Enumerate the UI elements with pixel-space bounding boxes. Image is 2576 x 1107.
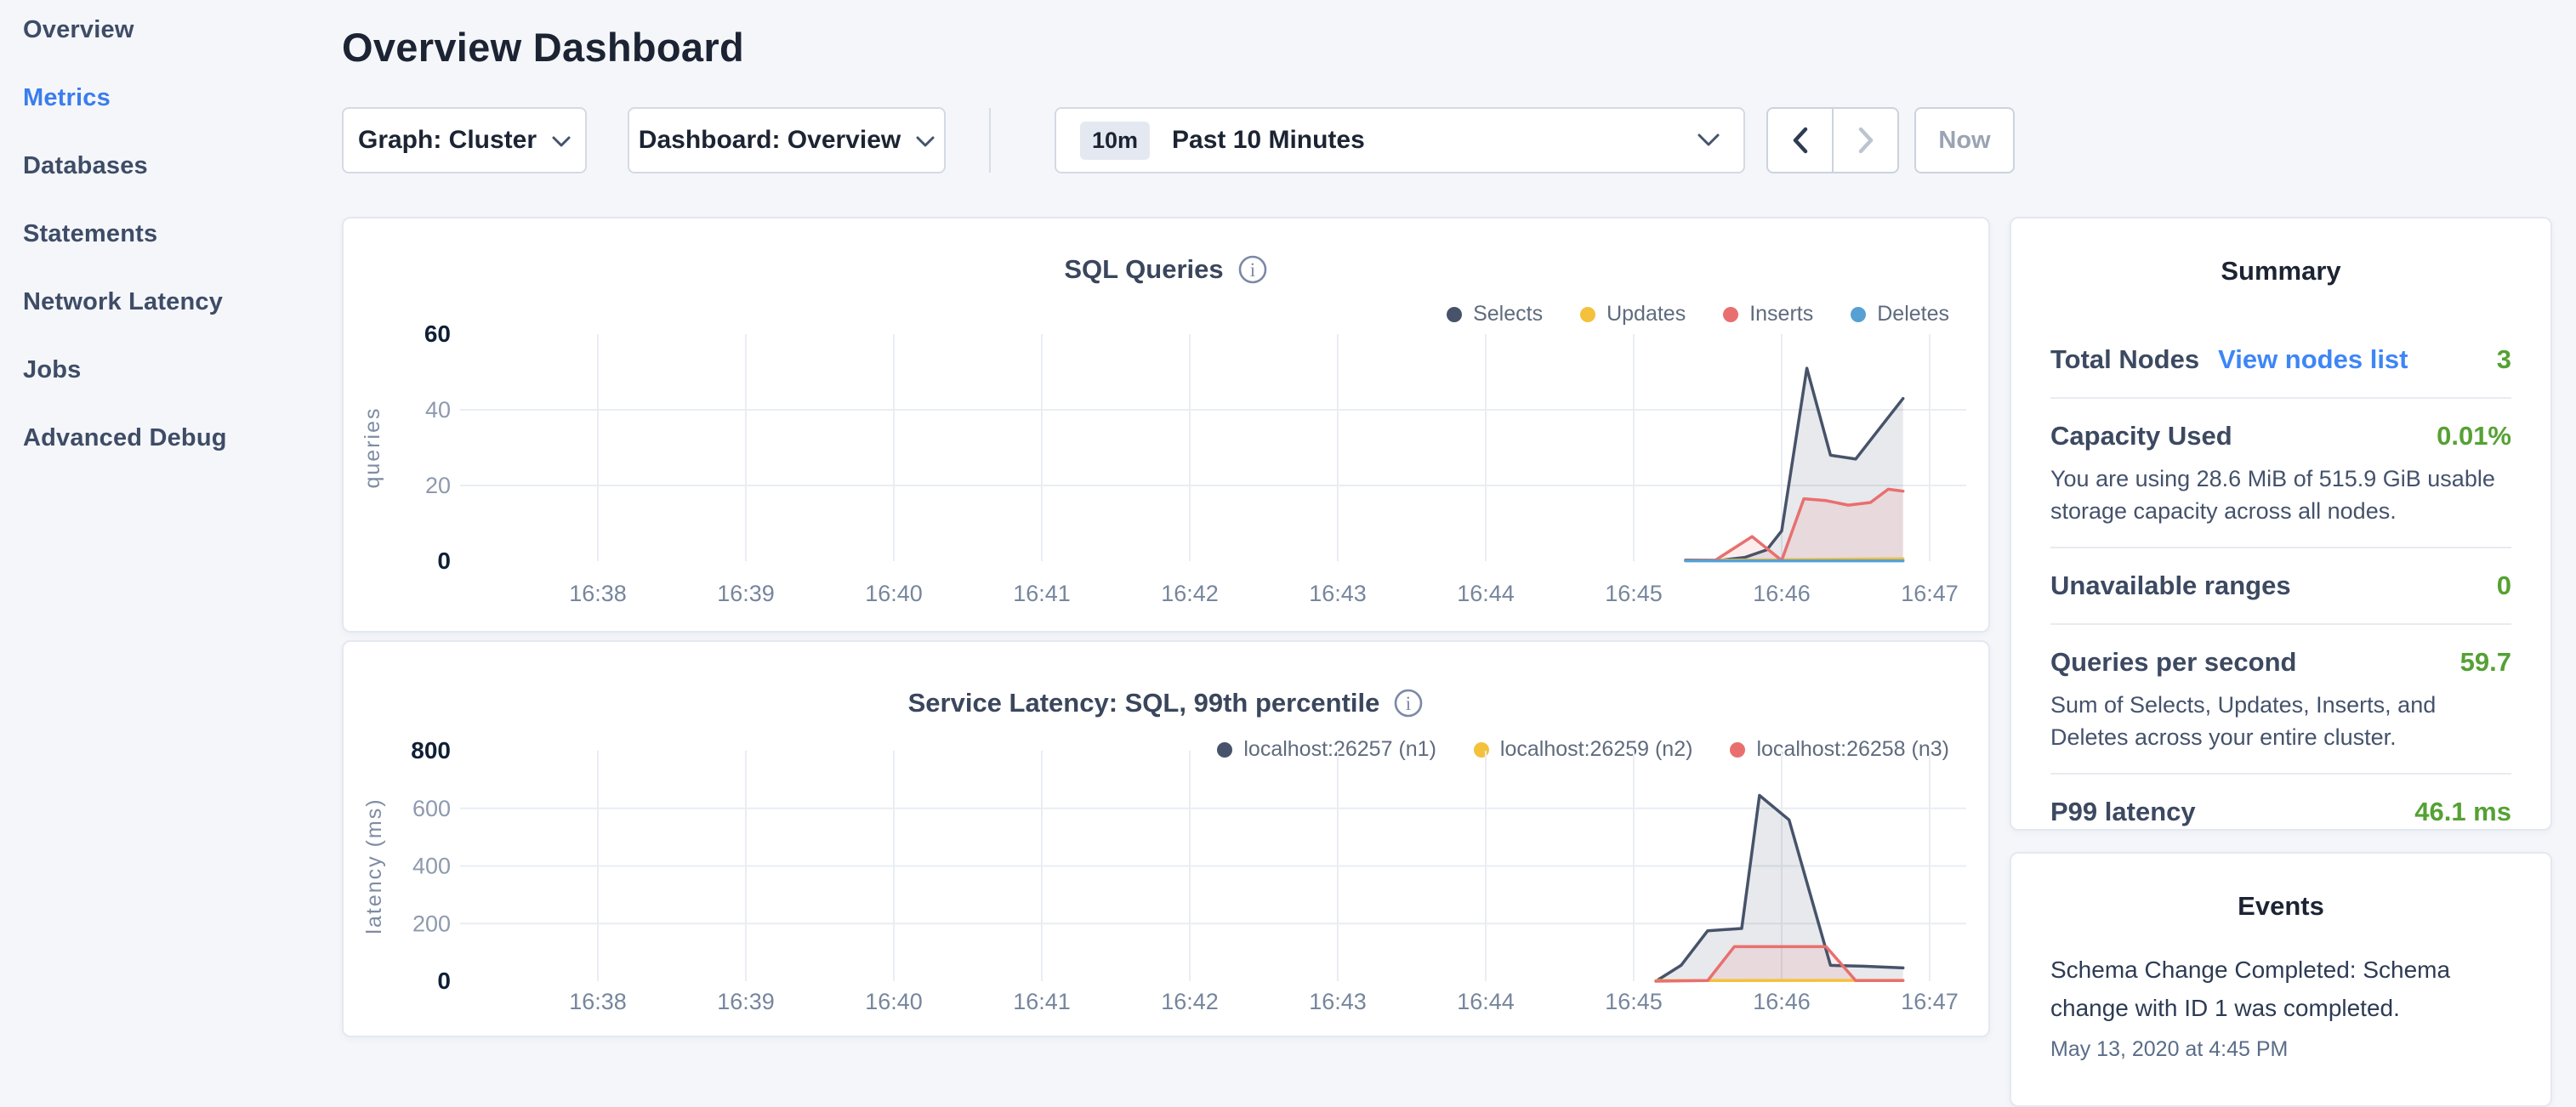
summary-row-capacity-used: Capacity Used 0.01% You are using 28.6 MiB… bbox=[2050, 397, 2511, 547]
events-panel: Events Schema Change Completed: Schema c… bbox=[2010, 852, 2552, 1107]
svg-text:16:44: 16:44 bbox=[1457, 989, 1515, 1014]
dashboard-dropdown-label: Dashboard: Overview bbox=[639, 126, 901, 155]
summary-value: 3 bbox=[2497, 342, 2511, 378]
svg-text:16:43: 16:43 bbox=[1309, 581, 1367, 606]
sidebar-item-databases[interactable]: Databases bbox=[23, 153, 312, 179]
svg-text:200: 200 bbox=[412, 911, 451, 936]
chevron-down-icon bbox=[1697, 133, 1720, 147]
sidebar-item-network-latency[interactable]: Network Latency bbox=[23, 289, 312, 315]
svg-text:0: 0 bbox=[437, 968, 451, 994]
graph-dropdown[interactable]: Graph: Cluster bbox=[342, 107, 587, 173]
svg-text:16:41: 16:41 bbox=[1013, 989, 1071, 1014]
event-text: Schema Change Completed: Schema change w… bbox=[2050, 951, 2511, 1027]
time-prev-button[interactable] bbox=[1768, 109, 1832, 172]
graph-dropdown-label: Graph: Cluster bbox=[358, 126, 537, 155]
svg-text:16:38: 16:38 bbox=[569, 581, 627, 606]
svg-text:16:47: 16:47 bbox=[1901, 581, 1959, 606]
sidebar-item-metrics[interactable]: Metrics bbox=[23, 85, 312, 111]
svg-text:16:46: 16:46 bbox=[1753, 581, 1811, 606]
svg-text:16:46: 16:46 bbox=[1753, 989, 1811, 1014]
time-range-badge: 10m bbox=[1080, 122, 1150, 160]
svg-text:16:45: 16:45 bbox=[1605, 581, 1663, 606]
svg-text:20: 20 bbox=[425, 473, 451, 498]
view-nodes-list-link[interactable]: View nodes list bbox=[2218, 342, 2408, 378]
svg-text:latency (ms): latency (ms) bbox=[362, 798, 386, 934]
summary-description: Sum of Selects, Updates, Inserts, and De… bbox=[2050, 689, 2511, 753]
svg-text:800: 800 bbox=[411, 737, 451, 764]
svg-text:16:45: 16:45 bbox=[1605, 989, 1663, 1014]
event-item: Schema Change Completed: Schema change w… bbox=[2050, 951, 2511, 1062]
dashboard-dropdown[interactable]: Dashboard: Overview bbox=[628, 107, 946, 173]
summary-row-unavailable-ranges: Unavailable ranges 0 bbox=[2050, 547, 2511, 623]
summary-panel: Summary Total Nodes View nodes list 3 Capac… bbox=[2010, 217, 2552, 831]
events-title: Events bbox=[2050, 891, 2511, 922]
summary-description: You are using 28.6 MiB of 515.9 GiB usab… bbox=[2050, 463, 2511, 527]
svg-text:16:39: 16:39 bbox=[717, 581, 775, 606]
summary-value: 0 bbox=[2497, 568, 2511, 604]
summary-title: Summary bbox=[2050, 256, 2511, 287]
sql-queries-chart-card: SQL Queries i SelectsUpdatesInsertsDelet… bbox=[342, 217, 1990, 633]
summary-label: Total Nodes bbox=[2050, 342, 2199, 378]
summary-label: Unavailable ranges bbox=[2050, 568, 2291, 604]
svg-text:16:38: 16:38 bbox=[569, 989, 627, 1014]
sql-queries-chart-plot[interactable]: 16:38 16:39 16:40 16:41 16:42 16:43 16:44 16:45… bbox=[344, 219, 1990, 633]
summary-value: 46.1 ms bbox=[2414, 794, 2511, 830]
svg-text:40: 40 bbox=[425, 397, 451, 423]
service-latency-chart-card: Service Latency: SQL, 99th percentile i … bbox=[342, 640, 1990, 1037]
summary-label: Capacity Used bbox=[2050, 418, 2232, 454]
summary-label: P99 latency bbox=[2050, 794, 2196, 830]
svg-text:16:43: 16:43 bbox=[1309, 989, 1367, 1014]
sidebar-item-statements[interactable]: Statements bbox=[23, 221, 312, 247]
svg-text:16:40: 16:40 bbox=[865, 581, 923, 606]
svg-text:400: 400 bbox=[412, 854, 451, 879]
svg-text:16:42: 16:42 bbox=[1161, 581, 1219, 606]
event-timestamp: May 13, 2020 at 4:45 PM bbox=[2050, 1037, 2511, 1062]
svg-text:0: 0 bbox=[437, 548, 451, 574]
sidebar-item-overview[interactable]: Overview bbox=[23, 17, 312, 43]
chevron-down-icon bbox=[916, 136, 935, 148]
svg-text:600: 600 bbox=[412, 796, 451, 821]
now-button[interactable]: Now bbox=[1914, 107, 2015, 173]
summary-row-queries-per-second: Queries per second 59.7 Sum of Selects, Up… bbox=[2050, 623, 2511, 773]
svg-text:16:44: 16:44 bbox=[1457, 581, 1515, 606]
service-latency-chart-plot[interactable]: 16:38 16:39 16:40 16:41 16:42 16:43 16:44 16:45… bbox=[344, 642, 1990, 1037]
svg-text:60: 60 bbox=[424, 321, 451, 347]
summary-rows: Total Nodes View nodes list 3 Capacity Used… bbox=[2050, 322, 2511, 831]
toolbar-divider bbox=[989, 108, 991, 173]
svg-text:queries: queries bbox=[361, 407, 384, 489]
svg-text:16:41: 16:41 bbox=[1013, 581, 1071, 606]
sidebar-item-jobs[interactable]: Jobs bbox=[23, 357, 312, 383]
time-next-button[interactable] bbox=[1832, 109, 1897, 172]
summary-row-total-nodes: Total Nodes View nodes list 3 bbox=[2050, 322, 2511, 397]
chevron-left-icon bbox=[1791, 126, 1810, 155]
sidebar-item-advanced-debug[interactable]: Advanced Debug bbox=[23, 425, 312, 451]
page-title: Overview Dashboard bbox=[342, 24, 744, 71]
time-pager bbox=[1766, 107, 1899, 173]
summary-value: 0.01% bbox=[2437, 418, 2511, 454]
events-list: Schema Change Completed: Schema change w… bbox=[2050, 951, 2511, 1062]
chevron-down-icon bbox=[552, 136, 571, 148]
svg-text:16:39: 16:39 bbox=[717, 989, 775, 1014]
svg-text:16:47: 16:47 bbox=[1901, 989, 1959, 1014]
svg-text:16:42: 16:42 bbox=[1161, 989, 1219, 1014]
time-range-dropdown[interactable]: 10m Past 10 Minutes bbox=[1055, 107, 1745, 173]
time-range-label: Past 10 Minutes bbox=[1172, 126, 1697, 155]
summary-value: 59.7 bbox=[2460, 644, 2511, 680]
summary-label: Queries per second bbox=[2050, 644, 2296, 680]
sidebar-nav: Overview Metrics Databases Statements Networ… bbox=[23, 17, 312, 493]
summary-row-p99-latency: P99 latency 46.1 ms bbox=[2050, 773, 2511, 831]
chevron-right-icon bbox=[1857, 126, 1875, 155]
svg-text:16:40: 16:40 bbox=[865, 989, 923, 1014]
